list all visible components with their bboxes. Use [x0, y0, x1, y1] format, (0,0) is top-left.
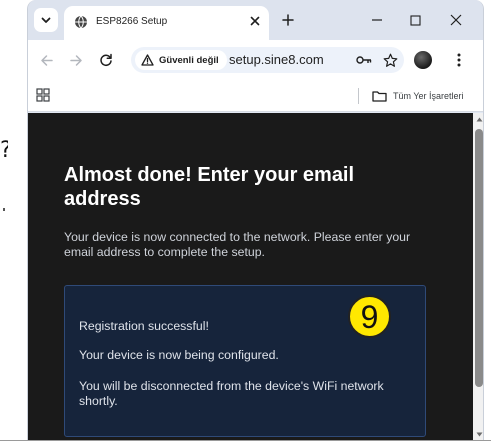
tab-title: ESP8266 Setup	[96, 16, 168, 27]
kebab-menu-icon	[457, 53, 461, 67]
tab-strip: ESP8266 Setup	[28, 0, 483, 40]
caret-down-icon	[476, 432, 482, 436]
capture-bottom-border	[0, 440, 491, 441]
status-success: Registration successful!	[79, 319, 209, 333]
close-icon	[450, 14, 462, 26]
all-bookmarks-button[interactable]: Tüm Yer İşaretleri	[372, 87, 464, 105]
minimize-button[interactable]	[367, 10, 387, 30]
key-icon	[356, 56, 372, 64]
apps-grid-icon[interactable]	[36, 88, 50, 102]
plus-icon	[282, 14, 294, 26]
maximize-button[interactable]	[405, 10, 425, 30]
page-viewport: Almost done! Enter your email address Yo…	[28, 113, 483, 440]
edge-crop-glyph: ?	[0, 138, 8, 164]
reload-button[interactable]	[96, 50, 116, 70]
scroll-up-button[interactable]	[475, 115, 483, 123]
close-icon	[250, 16, 260, 26]
security-indicator[interactable]: Güvenli değil	[135, 50, 227, 70]
status-panel: 9 Registration successful! Your device i…	[64, 285, 426, 437]
folder-icon	[372, 91, 387, 102]
intro-text: Your device is now connected to the netw…	[64, 230, 411, 259]
avatar[interactable]	[414, 51, 432, 69]
scrollbar-thumb[interactable]	[475, 129, 483, 387]
bookmark-star-button[interactable]	[381, 51, 399, 69]
page-scrollbar[interactable]	[473, 113, 483, 440]
address-bar[interactable]: Güvenli değil setup.sine8.com	[131, 47, 404, 73]
star-icon	[383, 53, 397, 67]
reload-icon	[100, 53, 112, 67]
caret-up-icon	[476, 117, 482, 121]
back-button[interactable]	[36, 50, 56, 70]
status-configuring: Your device is now being configured.	[79, 348, 279, 362]
close-window-button[interactable]	[446, 10, 466, 30]
status-disconnect-notice: You will be disconnected from the device…	[79, 379, 384, 408]
all-bookmarks-label: Tüm Yer İşaretleri	[393, 91, 464, 101]
browser-toolbar: Güvenli değil setup.sine8.com	[28, 40, 483, 80]
tab-esp8266-setup[interactable]: ESP8266 Setup	[64, 6, 269, 40]
page-content: Almost done! Enter your email address Yo…	[64, 163, 429, 437]
globe-icon	[75, 15, 87, 29]
security-label: Güvenli değil	[159, 54, 219, 66]
arrow-right-icon	[69, 54, 82, 66]
forward-button[interactable]	[66, 50, 86, 70]
browser-window: ESP8266 Setup Güvenli değil setup.sine8.…	[27, 0, 484, 440]
password-manager-button[interactable]	[355, 51, 373, 69]
page-title: Almost done! Enter your email address	[64, 164, 355, 210]
bookmarks-separator	[358, 88, 359, 104]
minimize-icon	[372, 19, 382, 21]
chevron-down-icon	[41, 17, 51, 23]
browser-menu-button[interactable]	[452, 50, 466, 70]
tab-close-button[interactable]	[247, 13, 263, 29]
scroll-down-button[interactable]	[475, 430, 483, 438]
tab-search-button[interactable]	[34, 8, 58, 32]
maximize-icon	[409, 14, 421, 26]
arrow-left-icon	[40, 54, 53, 66]
bookmarks-bar: Tüm Yer İşaretleri	[28, 80, 483, 112]
new-tab-button[interactable]	[279, 11, 297, 29]
url-text[interactable]: setup.sine8.com	[229, 52, 324, 68]
warning-triangle-icon	[141, 54, 154, 66]
edge-crop-mark	[3, 208, 5, 211]
